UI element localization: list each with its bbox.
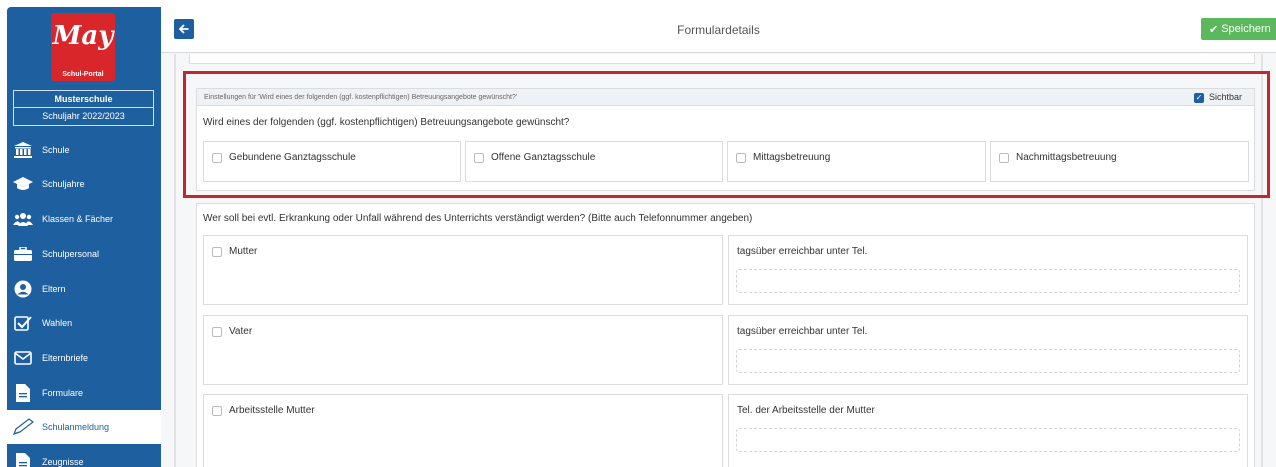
nav-label: Zeugnisse (42, 457, 84, 467)
contact-row-mutter: Mutter (203, 235, 723, 305)
phone-label: tagsüber erreichbar unter Tel. (737, 326, 868, 337)
school-year: Schuljahr 2022/2023 (42, 111, 125, 121)
phone-label: Tel. der Arbeitsstelle der Mutter (737, 405, 875, 416)
contact-question: Wer soll bei evtl. Erkrankung oder Unfal… (203, 213, 753, 224)
phone-input[interactable] (736, 428, 1240, 452)
nav-item-formulare[interactable]: Formulare (7, 376, 161, 410)
graduation-cap-icon (12, 175, 34, 193)
contact-checkbox-row[interactable]: Mutter (212, 246, 257, 257)
save-label: Speichern (1221, 23, 1271, 35)
column-divider (174, 54, 176, 467)
contact-label: Arbeitsstelle Mutter (229, 405, 315, 416)
previous-card (189, 54, 1255, 64)
save-button[interactable]: ✔ Speichern (1201, 18, 1276, 40)
contact-checkbox-row[interactable]: Vater (212, 326, 252, 337)
school-selector[interactable]: Musterschule Schuljahr 2022/2023 (13, 90, 154, 126)
file-icon (12, 453, 34, 467)
nav-item-schuljahre[interactable]: Schuljahre (7, 167, 161, 201)
check-icon: ✔ (1209, 23, 1219, 36)
checkbox[interactable] (212, 327, 222, 337)
checkbox[interactable] (212, 406, 222, 416)
contact-label: Vater (229, 326, 253, 337)
checkbox[interactable] (212, 247, 222, 257)
page-title: Formulardetails (677, 23, 760, 37)
sidebar: May Schul-Portal Musterschule Schuljahr … (7, 7, 161, 467)
nav-item-schulpersonal[interactable]: Schulpersonal (7, 237, 161, 271)
school-name: Musterschule (14, 91, 153, 108)
nav-item-schulanmeldung[interactable]: Schulanmeldung (7, 410, 161, 444)
check-square-icon (12, 314, 34, 332)
school-portal-logo[interactable]: May Schul-Portal (51, 13, 115, 81)
nav-label: Schule (42, 145, 70, 155)
contact-row-vater: Vater (203, 315, 723, 385)
logo-script-text: May (52, 21, 114, 51)
pen-icon (12, 418, 34, 436)
contact-checkbox-row[interactable]: Arbeitsstelle Mutter (212, 405, 315, 416)
phone-input[interactable] (736, 269, 1240, 293)
user-circle-icon (12, 280, 34, 298)
nav-item-zeugnisse[interactable]: Zeugnisse (7, 445, 161, 467)
header-bar: Formulardetails ✔ Speichern (161, 7, 1276, 53)
nav-item-klassen[interactable]: Klassen & Fächer (7, 202, 161, 236)
contact-label: Mutter (229, 246, 258, 257)
nav-label: Wahlen (42, 318, 73, 328)
nav-label: Schulpersonal (42, 249, 100, 259)
briefcase-icon (12, 245, 34, 263)
phone-label: tagsüber erreichbar unter Tel. (737, 246, 868, 257)
nav-label: Klassen & Fächer (42, 214, 114, 224)
nav-label: Eltern (42, 284, 66, 294)
envelope-icon (12, 349, 34, 367)
nav-label: Formulare (42, 388, 84, 398)
highlight-frame (183, 71, 1270, 198)
phone-cell-arbeitsstelle-mutter: Tel. der Arbeitsstelle der Mutter (728, 394, 1248, 467)
logo-subtitle: Schul-Portal (62, 71, 104, 78)
nav-item-elternbriefe[interactable]: Elternbriefe (7, 341, 161, 375)
file-icon (12, 384, 34, 402)
contact-row-arbeitsstelle-mutter: Arbeitsstelle Mutter (203, 394, 723, 467)
nav-label: Schuljahre (42, 179, 85, 189)
phone-cell-mutter: tagsüber erreichbar unter Tel. (728, 235, 1248, 305)
nav-item-schule[interactable]: Schule (7, 133, 161, 167)
users-icon (12, 210, 34, 228)
nav-label: Elternbriefe (42, 353, 89, 363)
phone-input[interactable] (736, 349, 1240, 373)
nav-item-wahlen[interactable]: Wahlen (7, 306, 161, 340)
phone-cell-vater: tagsüber erreichbar unter Tel. (728, 315, 1248, 385)
nav-label: Schulanmeldung (42, 422, 110, 432)
nav-item-eltern[interactable]: Eltern (7, 272, 161, 306)
school-building-icon (12, 141, 34, 159)
